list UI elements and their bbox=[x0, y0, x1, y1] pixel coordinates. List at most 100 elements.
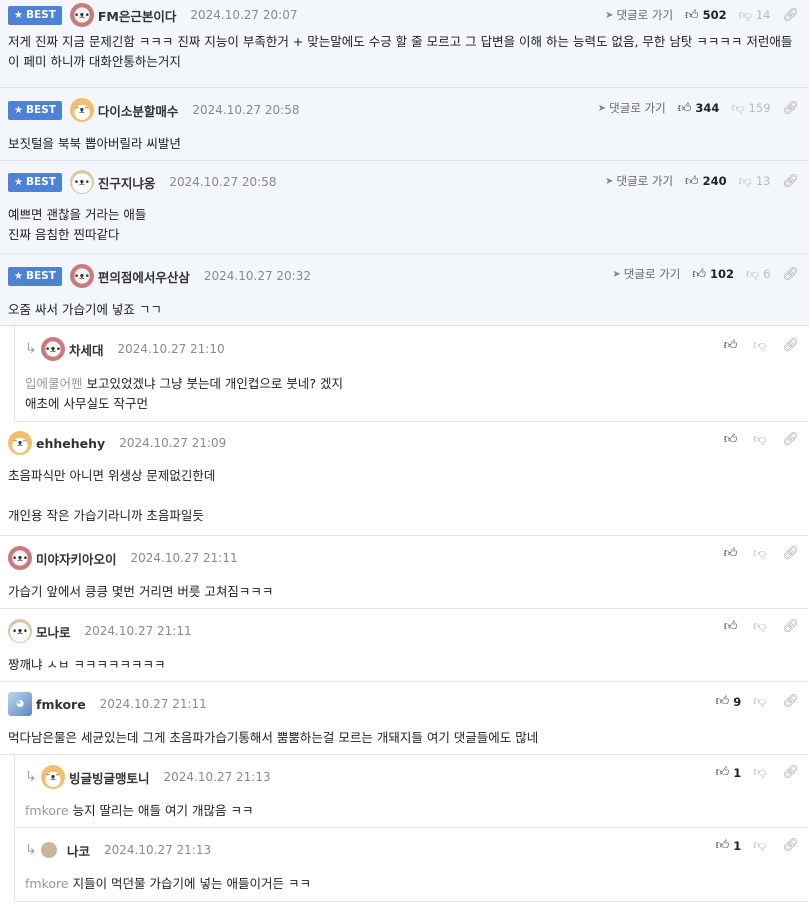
comment-date: 2024.10.27 20:07 bbox=[190, 8, 298, 22]
upvote-button[interactable]: 👍︎ 9 bbox=[716, 694, 742, 709]
comment-author[interactable]: 다이소분할매수 bbox=[98, 101, 179, 120]
upvote-button[interactable]: 👍︎ bbox=[724, 432, 742, 447]
best-badge: ★ BEST bbox=[8, 172, 62, 192]
go-to-reply-link[interactable]: ➤ 댓글로 가기 bbox=[605, 173, 673, 189]
link-icon[interactable]: 🔗︎ bbox=[782, 338, 799, 353]
comment-author[interactable]: 나코 bbox=[67, 841, 90, 860]
comment-header: •ᴥ• 미야자키아오이 2024.10.27 21:11 👍︎ 👎︎ 🔗︎ bbox=[0, 536, 809, 580]
pink-dog-icon[interactable]: •ᴥ• bbox=[41, 337, 65, 361]
star-icon: ★ bbox=[14, 9, 23, 21]
comment-date: 2024.10.27 21:11 bbox=[99, 697, 207, 711]
downvote-button[interactable]: 👎︎ bbox=[753, 694, 770, 709]
link-icon[interactable]: 🔗︎ bbox=[782, 267, 799, 282]
thumbs-up-icon: 👍︎ bbox=[677, 100, 692, 116]
white-dog-icon[interactable]: •ᴥ• bbox=[69, 170, 94, 194]
thumbs-down-icon: 👎︎ bbox=[753, 546, 767, 561]
shiba-icon[interactable]: ᵔᴥᵔ bbox=[41, 765, 65, 789]
comment-author[interactable]: ehhehehy bbox=[36, 436, 105, 451]
upvote-button[interactable]: 👍︎ 102 bbox=[692, 267, 734, 282]
comment-header: ★ BEST •ᴥ• 진구지냐옹 2024.10.27 20:58 ➤ 댓글로 가기… bbox=[0, 161, 809, 203]
thumbs-up-icon: 👍︎ bbox=[723, 338, 738, 353]
shiba-icon[interactable]: ᵔᴥᵔ bbox=[8, 431, 32, 455]
downvote-button[interactable]: 👎︎ bbox=[753, 619, 770, 634]
comment-actions: ➤ 댓글로 가기 👍︎ 240 👎︎ 13 🔗︎ bbox=[605, 173, 799, 189]
comment-body: 입에쿨어펜 보고있었겠냐 그냥 붓는데 개인컵으로 붓네? 겠지 애초에 사무실도… bbox=[25, 376, 344, 411]
reply-comment: ↳ •ᴥ• 차세대 2024.10.27 21:10 👍︎ 👎︎ 🔗︎ 입에쿨어… bbox=[14, 326, 809, 422]
link-icon[interactable]: 🔗︎ bbox=[782, 174, 799, 189]
comment-body: 초음파식만 아니면 위생상 문제없긴한데 개인용 작은 가습기라니까 초음파일듯 bbox=[8, 468, 216, 523]
comment-header: ↳ •ᴥ• 차세대 2024.10.27 21:10 👍︎ 👎︎ 🔗︎ bbox=[15, 326, 809, 372]
mention[interactable]: fmkore bbox=[25, 803, 69, 818]
thumbs-down-icon: 👎︎ bbox=[738, 7, 752, 23]
comment: ◕ fmkore 2024.10.27 21:11 👍︎ 9 👎︎ 🔗︎ 먹다남은… bbox=[0, 682, 809, 755]
beige-dot-icon[interactable] bbox=[41, 842, 57, 858]
upvote-button[interactable]: 👍︎ bbox=[724, 546, 742, 561]
comment-author[interactable]: 미야자키아오이 bbox=[36, 549, 117, 568]
mention[interactable]: fmkore bbox=[25, 876, 69, 891]
best-comment: ★ BEST •ᴥ• 편의점에서우산삼 2024.10.27 20:32 ➤ 댓글로… bbox=[0, 254, 809, 326]
comment-header: ★ BEST ᵔᴥᵔ 다이소분할매수 2024.10.27 20:58 ➤ 댓글로 … bbox=[0, 88, 809, 132]
downvote-button[interactable]: 👎︎ 159 bbox=[731, 101, 770, 116]
downvote-button[interactable]: 👎︎ 6 bbox=[746, 267, 771, 282]
link-icon[interactable]: 🔗︎ bbox=[782, 101, 799, 116]
comment-author[interactable]: 편의점에서우산삼 bbox=[98, 267, 190, 286]
link-icon[interactable]: 🔗︎ bbox=[782, 765, 799, 780]
best-badge: ★ BEST bbox=[8, 100, 62, 120]
comment-author[interactable]: FM은근본이다 bbox=[98, 6, 176, 25]
link-icon[interactable]: 🔗︎ bbox=[782, 8, 799, 23]
downvote-button[interactable]: 👎︎ bbox=[753, 546, 770, 561]
mention[interactable]: 입에쿨어펜 bbox=[25, 376, 83, 391]
comment-author[interactable]: 진구지냐옹 bbox=[98, 173, 156, 192]
comment-body: fmkore 능지 딸리는 애들 여기 개많음 ㅋㅋ bbox=[25, 803, 254, 818]
pink-dog-icon[interactable]: •ᴥ• bbox=[69, 264, 94, 288]
downvote-button[interactable]: 👎︎ bbox=[753, 838, 770, 853]
comment: ᵔᴥᵔ ehhehehy 2024.10.27 21:09 👍︎ 👎︎ 🔗︎ 초… bbox=[0, 422, 809, 536]
go-to-reply-link[interactable]: ➤ 댓글로 가기 bbox=[598, 100, 666, 116]
reply-comment: ↳ ᵔᴥᵔ 빙글빙글맹토니 2024.10.27 21:13 👍︎ 1 👎︎ 🔗︎… bbox=[14, 755, 809, 828]
white-dog-icon[interactable]: •ᴥ• bbox=[8, 619, 32, 643]
comment-author[interactable]: 차세대 bbox=[69, 340, 104, 359]
send-icon: ➤ bbox=[605, 175, 614, 187]
thumbs-up-icon: 👍︎ bbox=[715, 694, 730, 709]
upvote-button[interactable]: 👍︎ 240 bbox=[685, 174, 727, 189]
link-icon[interactable]: 🔗︎ bbox=[782, 838, 799, 853]
upvote-button[interactable]: 👍︎ bbox=[724, 338, 742, 353]
upvote-button[interactable]: 👍︎ 344 bbox=[678, 101, 720, 116]
thumbs-up-icon: 👍︎ bbox=[723, 432, 738, 447]
shiba-icon[interactable]: ᵔᴥᵔ bbox=[69, 98, 94, 122]
comment-date: 2024.10.27 20:32 bbox=[203, 269, 311, 283]
pink-dog-icon[interactable]: •ᴥ• bbox=[8, 546, 32, 570]
thumbs-up-icon: 👍︎ bbox=[715, 838, 730, 853]
downvote-button[interactable]: 👎︎ bbox=[753, 432, 770, 447]
downvote-button[interactable]: 👎︎ bbox=[753, 338, 770, 353]
thumbs-up-icon: 👍︎ bbox=[692, 266, 706, 282]
link-icon[interactable]: 🔗︎ bbox=[782, 619, 799, 634]
upvote-button[interactable]: 👍︎ 1 bbox=[716, 765, 742, 780]
go-to-reply-link[interactable]: ➤ 댓글로 가기 bbox=[605, 7, 673, 23]
blue-avatar-icon[interactable]: ◕ bbox=[8, 692, 32, 716]
link-icon[interactable]: 🔗︎ bbox=[782, 694, 799, 709]
thumbs-down-icon: 👎︎ bbox=[753, 694, 767, 709]
comment-header: ᵔᴥᵔ ehhehehy 2024.10.27 21:09 👍︎ 👎︎ 🔗︎ bbox=[0, 422, 809, 464]
comment-date: 2024.10.27 21:13 bbox=[104, 843, 212, 857]
best-comment: ★ BEST •ᴥ• FM은근본이다 2024.10.27 20:07 ➤ 댓글로 … bbox=[0, 0, 809, 88]
best-comment: ★ BEST ᵔᴥᵔ 다이소분할매수 2024.10.27 20:58 ➤ 댓글로 … bbox=[0, 88, 809, 161]
go-to-reply-link[interactable]: ➤ 댓글로 가기 bbox=[612, 266, 680, 282]
link-icon[interactable]: 🔗︎ bbox=[782, 432, 799, 447]
thumbs-up-icon: 👍︎ bbox=[685, 7, 699, 23]
comment-author[interactable]: 모나로 bbox=[36, 622, 71, 641]
upvote-button[interactable]: 👍︎ 502 bbox=[685, 8, 727, 23]
downvote-button[interactable]: 👎︎ 14 bbox=[739, 8, 771, 23]
downvote-button[interactable]: 👎︎ 13 bbox=[739, 174, 771, 189]
reply-arrow-icon: ↳ bbox=[25, 341, 37, 357]
comment-actions: ➤ 댓글로 가기 👍︎ 502 👎︎ 14 🔗︎ bbox=[605, 7, 799, 23]
link-icon[interactable]: 🔗︎ bbox=[782, 546, 799, 561]
upvote-button[interactable]: 👍︎ 1 bbox=[716, 838, 742, 853]
downvote-button[interactable]: 👎︎ bbox=[753, 765, 770, 780]
comment-author[interactable]: fmkore bbox=[36, 697, 86, 712]
pink-dog-icon[interactable]: •ᴥ• bbox=[69, 3, 94, 27]
comment-author[interactable]: 빙글빙글맹토니 bbox=[69, 768, 150, 787]
comment-header: ↳ ᵔᴥᵔ 빙글빙글맹토니 2024.10.27 21:13 👍︎ 1 👎︎ 🔗︎ bbox=[15, 755, 809, 799]
thumbs-down-icon: 👎︎ bbox=[753, 838, 767, 853]
upvote-button[interactable]: 👍︎ bbox=[724, 619, 742, 634]
